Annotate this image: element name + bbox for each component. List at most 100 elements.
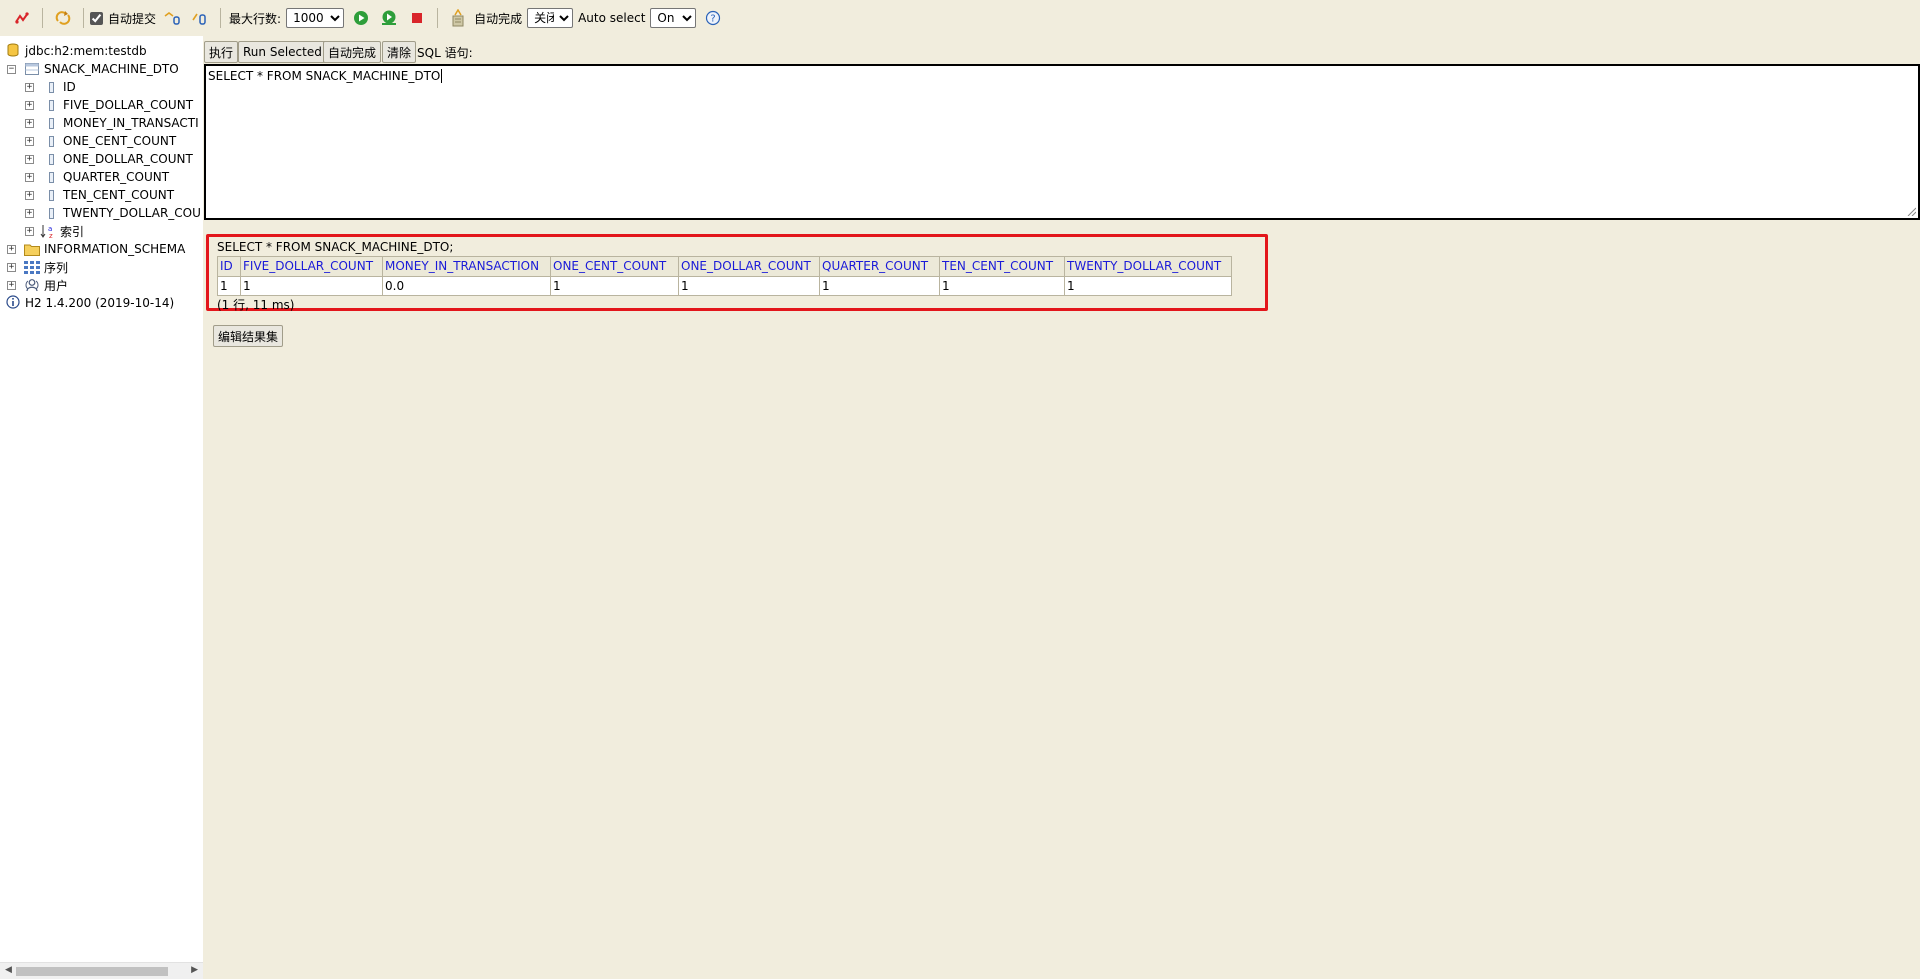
schema-tree: jdbc:h2:mem:testdb − SNACK_MACHINE_DTO +… <box>0 36 203 979</box>
expand-toggle[interactable]: + <box>7 244 16 254</box>
expand-toggle[interactable]: + <box>25 136 34 146</box>
resize-grip-icon[interactable] <box>1906 206 1916 216</box>
column-icon <box>43 115 59 131</box>
expand-toggle[interactable]: + <box>25 190 34 200</box>
main-panel: 执行 Run Selected 自动完成 清除 SQL 语句: SELECT *… <box>203 36 1920 979</box>
run-selected-button[interactable]: Run Selected <box>238 41 327 63</box>
tree-column[interactable]: + ONE_CENT_COUNT <box>25 132 176 150</box>
max-rows-select[interactable]: 1000 <box>286 8 345 28</box>
table-name: SNACK_MACHINE_DTO <box>44 62 179 76</box>
toolbar-separator <box>42 8 43 28</box>
auto-commit-label: 自动提交 <box>108 11 157 26</box>
tree-version: H2 1.4.200 (2019-10-14) <box>6 294 174 312</box>
column-header[interactable]: ONE_CENT_COUNT <box>550 256 679 277</box>
expand-toggle[interactable]: + <box>25 118 34 128</box>
expand-toggle[interactable]: + <box>25 208 34 218</box>
column-icon <box>43 151 59 167</box>
users-label: 用户 <box>44 278 69 293</box>
result-meta: (1 行, 11 ms) <box>217 298 295 312</box>
auto-complete-label: 自动完成 <box>474 11 523 26</box>
run-icon[interactable] <box>351 8 371 28</box>
expand-toggle[interactable]: + <box>7 280 16 290</box>
column-icon <box>43 169 59 185</box>
tree-column[interactable]: + TEN_CENT_COUNT <box>25 186 174 204</box>
tree-column[interactable]: + FIVE_DOLLAR_COUNT <box>25 96 193 114</box>
tree-column[interactable]: + MONEY_IN_TRANSACTI <box>25 114 199 132</box>
table-cell: 1 <box>819 276 940 296</box>
tree-users[interactable]: + 用户 <box>7 276 68 294</box>
table-cell: 1 <box>939 276 1065 296</box>
column-header[interactable]: QUARTER_COUNT <box>819 256 940 277</box>
auto-commit-checkbox[interactable] <box>90 11 103 25</box>
table-cell: 1 <box>1064 276 1232 296</box>
folder-icon <box>24 241 40 257</box>
column-name: TEN_CENT_COUNT <box>63 188 175 202</box>
tree-sequences[interactable]: + 序列 <box>7 258 68 276</box>
run-button[interactable]: 执行 <box>204 41 239 63</box>
sequences-label: 序列 <box>44 260 69 275</box>
toolbar-separator <box>220 8 222 28</box>
table-row: 1 1 0.0 1 1 1 1 1 <box>217 276 1232 296</box>
auto-complete-select[interactable]: 关闭 <box>527 8 574 28</box>
info-icon <box>6 294 20 312</box>
column-header[interactable]: MONEY_IN_TRANSACTION <box>382 256 551 277</box>
column-name: ONE_DOLLAR_COUNT <box>63 152 193 166</box>
scroll-right-icon[interactable]: ▶ <box>191 965 198 975</box>
disconnect-icon[interactable] <box>12 8 32 28</box>
column-name: TWENTY_DOLLAR_COU <box>63 206 201 220</box>
scrollbar-thumb[interactable] <box>16 967 168 976</box>
column-header[interactable]: FIVE_DOLLAR_COUNT <box>240 256 383 277</box>
edit-result-set-button[interactable]: 编辑结果集 <box>213 325 284 347</box>
column-icon <box>43 205 59 221</box>
database-icon <box>7 43 19 60</box>
tree-table-node[interactable]: − SNACK_MACHINE_DTO <box>7 60 179 78</box>
clear-button[interactable]: 清除 <box>382 41 417 63</box>
tree-connection[interactable]: jdbc:h2:mem:testdb <box>7 42 147 60</box>
expand-toggle[interactable]: + <box>25 172 34 182</box>
tree-information-schema[interactable]: + INFORMATION_SCHEMA <box>7 240 185 258</box>
stop-icon[interactable] <box>407 8 427 28</box>
index-sort-icon: az <box>40 223 56 239</box>
sidebar-horizontal-scrollbar[interactable]: ◀ ▶ <box>0 962 203 979</box>
column-icon <box>43 79 59 95</box>
max-rows-label: 最大行数: <box>229 11 282 26</box>
expand-toggle[interactable]: + <box>25 226 34 236</box>
tree-column[interactable]: + TWENTY_DOLLAR_COU <box>25 204 201 222</box>
tree-column[interactable]: + ONE_DOLLAR_COUNT <box>25 150 193 168</box>
sql-text: SELECT * FROM SNACK_MACHINE_DTO <box>208 69 441 83</box>
auto-complete-button[interactable]: 自动完成 <box>323 41 382 63</box>
expand-toggle[interactable]: + <box>25 154 34 164</box>
scroll-left-icon[interactable]: ◀ <box>5 965 12 975</box>
refresh-icon[interactable] <box>53 8 73 28</box>
indexes-label: 索引 <box>60 224 85 239</box>
tree-column[interactable]: + QUARTER_COUNT <box>25 168 169 186</box>
tree-indexes[interactable]: + az 索引 <box>25 222 84 240</box>
column-name: MONEY_IN_TRANSACTI <box>63 116 199 130</box>
auto-select-select[interactable]: On <box>650 8 697 28</box>
tree-column[interactable]: + ID <box>25 78 76 96</box>
result-query: SELECT * FROM SNACK_MACHINE_DTO; <box>217 240 454 254</box>
column-header[interactable]: TEN_CENT_COUNT <box>939 256 1065 277</box>
expand-toggle[interactable]: + <box>25 100 34 110</box>
commit-icon[interactable] <box>162 8 182 28</box>
collapse-toggle[interactable]: − <box>7 64 16 74</box>
history-icon[interactable] <box>448 8 468 28</box>
text-cursor: ​ <box>441 69 443 83</box>
run-selected-icon[interactable] <box>379 8 399 28</box>
expand-toggle[interactable]: + <box>25 82 34 92</box>
svg-text:z: z <box>49 232 53 239</box>
column-name: ONE_CENT_COUNT <box>63 134 177 148</box>
table-header-row: ID FIVE_DOLLAR_COUNT MONEY_IN_TRANSACTIO… <box>217 256 1232 277</box>
column-icon <box>43 97 59 113</box>
column-header[interactable]: ID <box>217 256 241 277</box>
sequence-icon <box>24 259 40 275</box>
column-header[interactable]: TWENTY_DOLLAR_COUNT <box>1064 256 1232 277</box>
column-header[interactable]: ONE_DOLLAR_COUNT <box>678 256 820 277</box>
rollback-icon[interactable] <box>190 8 210 28</box>
connection-url: jdbc:h2:mem:testdb <box>25 44 147 58</box>
help-icon[interactable]: ? <box>703 8 723 28</box>
expand-toggle[interactable]: + <box>7 262 16 272</box>
sql-editor[interactable]: SELECT * FROM SNACK_MACHINE_DTO​ <box>204 64 1920 220</box>
column-name: QUARTER_COUNT <box>63 170 170 184</box>
table-cell: 1 <box>217 276 241 296</box>
